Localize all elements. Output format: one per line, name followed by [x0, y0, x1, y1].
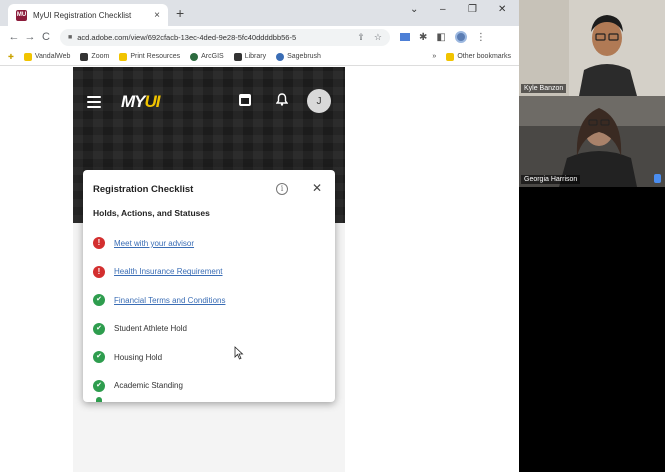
check-icon: ✔	[93, 379, 105, 392]
minimize-button[interactable]: –	[440, 4, 446, 15]
bookmark-vandalweb[interactable]: VandalWeb	[23, 52, 70, 61]
bookmark-print-resources[interactable]: Print Resources	[119, 52, 180, 61]
menu-icon[interactable]	[87, 96, 101, 111]
bookmark-icon	[23, 52, 32, 61]
page-content: MYUI J Registration Checklist i ✕ Holds,…	[0, 67, 519, 472]
close-window-button[interactable]: ✕	[498, 4, 506, 15]
bookmarks-bar: ✚ VandalWeb Zoom Print Resources ArcGIS …	[0, 48, 519, 66]
bookmarks-more-icon[interactable]: »	[432, 53, 436, 60]
close-icon[interactable]: ✕	[312, 181, 322, 195]
checklist-label: Student Athlete Hold	[114, 324, 187, 334]
forward-icon[interactable]: →	[22, 31, 38, 43]
bookmark-library[interactable]: Library	[233, 52, 266, 61]
checklist-link[interactable]: Financial Terms and Conditions	[114, 296, 225, 305]
new-tab-button[interactable]: +	[176, 5, 184, 21]
checklist-item-financial-terms: ✔ Financial Terms and Conditions	[93, 286, 328, 315]
myui-logo[interactable]: MYUI	[121, 92, 161, 112]
reload-icon[interactable]: C	[38, 31, 54, 43]
check-icon: ✔	[93, 294, 105, 307]
checklist-item-academic-standing: ✔ Academic Standing	[93, 372, 328, 401]
bookmark-sagebrush[interactable]: Sagebrush	[276, 52, 321, 61]
bookmark-icon	[233, 52, 242, 61]
puzzle-icon[interactable]: ✱	[419, 32, 427, 43]
calendar-icon[interactable]	[239, 94, 251, 106]
sidepanel-icon[interactable]: ◧	[436, 32, 445, 43]
checklist-item-health-insurance: ! Health Insurance Requirement	[93, 258, 328, 287]
checklist-link[interactable]: Health Insurance Requirement	[114, 267, 223, 276]
participant-name: Georgia Harrison	[521, 175, 581, 184]
checklist-link[interactable]: Meet with your advisor	[114, 239, 194, 248]
partial-check-icon	[96, 397, 102, 402]
page-margin	[0, 67, 73, 472]
checklist-item-advisor: ! Meet with your advisor	[93, 229, 328, 258]
info-icon[interactable]: i	[276, 183, 288, 195]
section-heading: Holds, Actions, and Statuses	[93, 208, 210, 218]
extensions-area: ✱ ◧ ⋮	[400, 31, 486, 43]
checklist-item-athlete-hold: ✔ Student Athlete Hold	[93, 315, 328, 344]
folder-icon	[446, 52, 455, 61]
microphone-icon	[654, 174, 661, 183]
extension-icon[interactable]	[400, 33, 410, 41]
apps-icon[interactable]: ✚	[8, 53, 14, 61]
bookmark-zoom[interactable]: Zoom	[80, 52, 109, 61]
folder-icon	[119, 52, 128, 61]
alert-icon: !	[93, 237, 105, 250]
bookmark-icon	[80, 52, 89, 61]
checklist-label: Academic Standing	[114, 381, 183, 391]
check-icon: ✔	[93, 322, 105, 335]
video-frame-icon	[519, 0, 665, 96]
participant-video-2[interactable]: Georgia Harrison	[519, 96, 665, 187]
participant-name: Kyle Banzon	[521, 84, 567, 93]
globe-icon	[190, 52, 199, 61]
user-avatar[interactable]: J	[307, 89, 331, 113]
browser-tab[interactable]: MU MyUI Registration Checklist ×	[8, 4, 168, 26]
share-icon[interactable]: ⇪	[357, 32, 365, 43]
browser-window: MU MyUI Registration Checklist × + ⌄ – ❐…	[0, 0, 519, 472]
myui-app: MYUI J Registration Checklist i ✕ Holds,…	[73, 67, 345, 472]
bell-icon[interactable]	[276, 93, 288, 106]
checklist-item-housing-hold: ✔ Housing Hold	[93, 343, 328, 372]
menu-dots-icon[interactable]: ⋮	[476, 32, 486, 43]
tab-close-icon[interactable]: ×	[154, 10, 160, 21]
other-bookmarks[interactable]: Other bookmarks	[446, 52, 511, 61]
check-icon: ✔	[93, 351, 105, 364]
tab-strip: MU MyUI Registration Checklist × + ⌄ – ❐…	[0, 0, 519, 26]
bookmark-arcgis[interactable]: ArcGIS	[190, 52, 224, 61]
empty-video-area	[519, 187, 665, 472]
url-text: acd.adobe.com/view/692cfacb-13ec-4ded-9e…	[77, 32, 297, 42]
browser-toolbar: ← → C ■ acd.adobe.com/view/692cfacb-13ec…	[0, 26, 519, 48]
mouse-cursor-icon	[234, 346, 244, 360]
star-icon[interactable]: ☆	[374, 32, 382, 43]
maximize-button[interactable]: ❐	[468, 4, 477, 15]
tab-favicon-icon: MU	[16, 9, 27, 21]
card-title: Registration Checklist	[93, 184, 194, 195]
tab-title: MyUI Registration Checklist	[33, 10, 132, 20]
alert-icon: !	[93, 265, 105, 278]
checklist-items: ! Meet with your advisor ! Health Insura…	[93, 229, 328, 400]
registration-checklist-card: Registration Checklist i ✕ Holds, Action…	[83, 170, 335, 402]
back-icon[interactable]: ←	[6, 31, 22, 43]
tab-search-icon[interactable]: ⌄	[410, 4, 418, 15]
participant-video-1[interactable]: Kyle Banzon	[519, 0, 665, 96]
video-frame-icon	[519, 96, 665, 187]
profile-avatar-icon[interactable]	[454, 31, 467, 43]
address-bar[interactable]: ■ acd.adobe.com/view/692cfacb-13ec-4ded-…	[60, 28, 390, 46]
globe-icon	[276, 52, 285, 61]
lock-icon: ■	[68, 33, 73, 41]
checklist-label: Housing Hold	[114, 352, 163, 362]
